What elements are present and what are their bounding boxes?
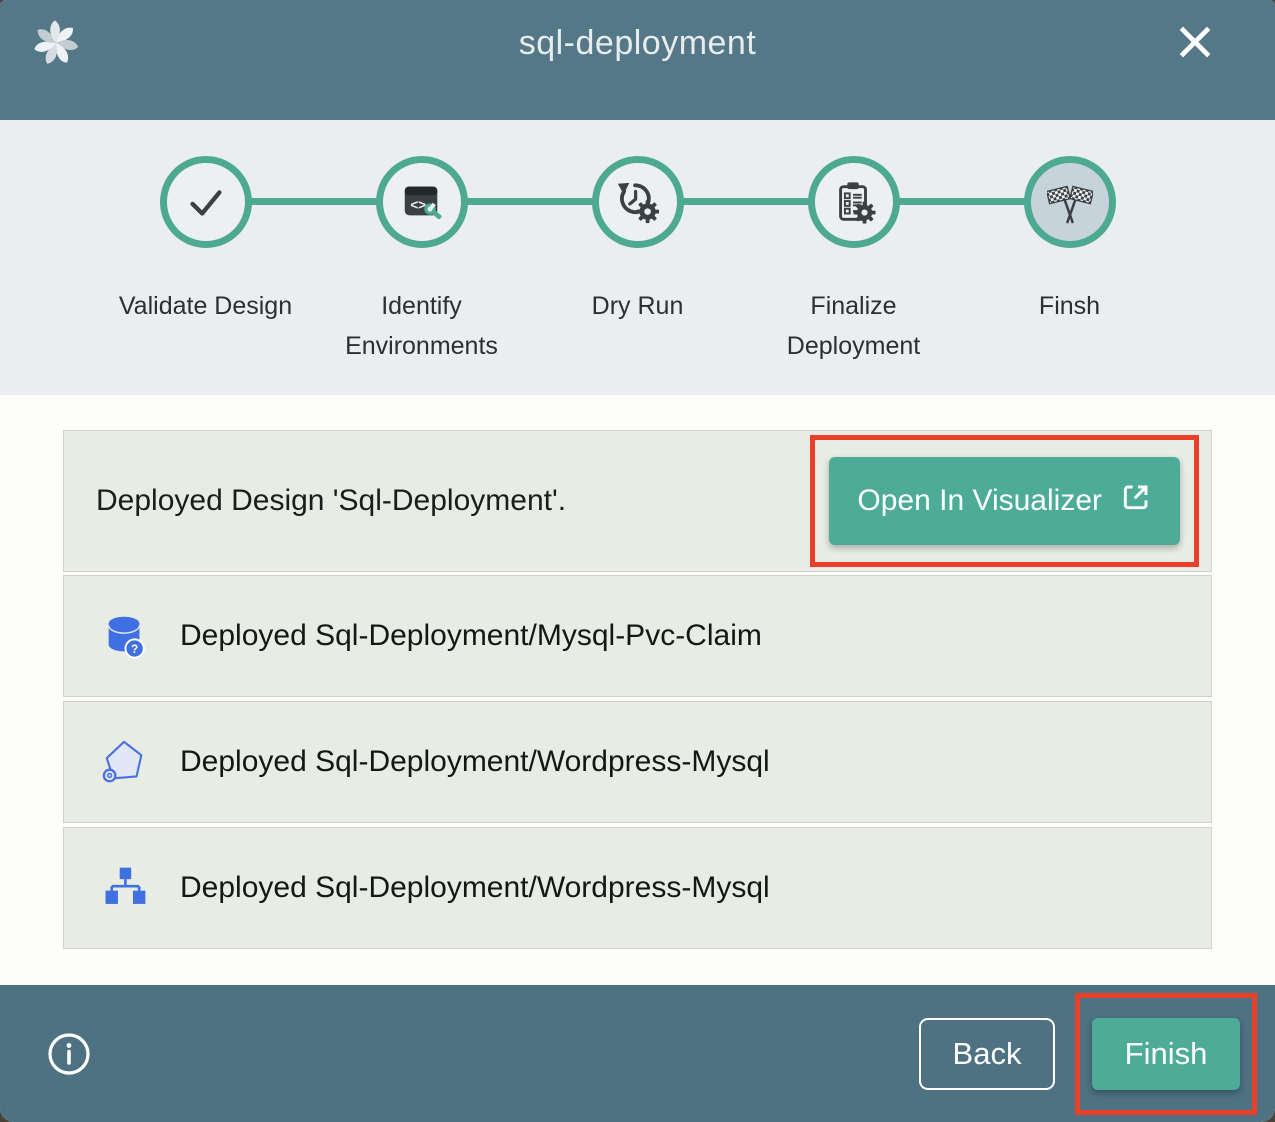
modal-footer: Back Finish [0,985,1275,1122]
step-dry-run: Dry Run [530,156,746,366]
list-item: Deployed Sql-Deployment/Wordpress-Mysql [63,827,1212,949]
clipboard-gear-icon[interactable] [808,156,900,248]
modal-header: sql-deployment [0,0,1275,120]
deployed-design-row: Deployed Design 'Sql-Deployment'. Open I… [63,430,1212,572]
step-label: Identify Environments [331,286,513,366]
deployed-design-message: Deployed Design 'Sql-Deployment'. [96,484,566,518]
modal-title: sql-deployment [0,24,1275,63]
list-item: ? Deployed Sql-Deployment/Mysql-Pvc-Clai… [63,575,1212,697]
step-label: Finsh [979,286,1161,326]
open-in-visualizer-label: Open In Visualizer [857,484,1102,518]
step-validate-design: Validate Design [98,156,314,366]
step-label: Validate Design [115,286,297,326]
svg-text:?: ? [131,644,138,656]
finish-flags-icon[interactable] [1024,156,1116,248]
external-link-icon [1120,481,1152,521]
check-icon[interactable] [160,156,252,248]
step-finish: Finsh [962,156,1178,366]
highlight-box-finish: Finish [1075,993,1257,1115]
close-icon[interactable] [1173,20,1217,64]
open-in-visualizer-button[interactable]: Open In Visualizer [829,457,1180,545]
wizard-stepper: Validate Design <> [0,120,1275,395]
step-identify-environments: <> Identify Environments [314,156,530,366]
back-button[interactable]: Back [919,1018,1055,1090]
dry-run-icon[interactable] [592,156,684,248]
hierarchy-icon [100,863,150,913]
footer-actions: Back Finish [919,993,1275,1115]
database-icon: ? [100,611,150,661]
finish-button[interactable]: Finish [1092,1018,1240,1090]
svg-text:<>: <> [410,198,426,213]
list-item-text: Deployed Sql-Deployment/Wordpress-Mysql [180,745,770,779]
code-config-icon[interactable]: <> [376,156,468,248]
list-item-text: Deployed Sql-Deployment/Mysql-Pvc-Claim [180,619,762,653]
list-item: Deployed Sql-Deployment/Wordpress-Mysql [63,701,1212,823]
pentagon-icon [100,737,150,787]
info-icon[interactable] [46,1031,92,1077]
deployment-wizard-modal: sql-deployment Validate Design [0,0,1275,1122]
step-label: Dry Run [547,286,729,326]
list-item-text: Deployed Sql-Deployment/Wordpress-Mysql [180,871,770,905]
meshery-logo-icon [26,13,86,73]
step-finalize-deployment: Finalize Deployment [746,156,962,366]
highlight-box-visualizer: Open In Visualizer [810,435,1199,567]
step-label: Finalize Deployment [763,286,945,366]
deployment-results: Deployed Design 'Sql-Deployment'. Open I… [0,395,1275,985]
